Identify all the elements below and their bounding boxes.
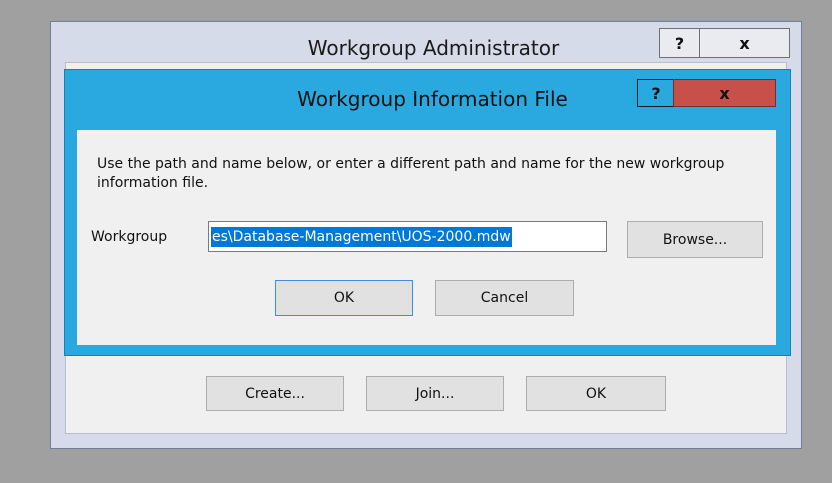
outer-close-button[interactable]: x xyxy=(699,28,790,58)
inner-close-button[interactable]: x xyxy=(673,79,776,107)
inner-help-button[interactable]: ? xyxy=(637,79,675,107)
cancel-button[interactable]: Cancel xyxy=(435,280,574,316)
workgroup-information-file-dialog: Workgroup Information File ? x Use the p… xyxy=(64,69,791,356)
join-button[interactable]: Join... xyxy=(366,376,504,411)
workgroup-path-selected-text: es\Database-Management\UOS-2000.mdw xyxy=(211,227,512,247)
instructions-text: Use the path and name below, or enter a … xyxy=(97,156,725,191)
create-button[interactable]: Create... xyxy=(206,376,344,411)
inner-dialog-body: Use the path and name below, or enter a … xyxy=(77,130,776,345)
outer-ok-button[interactable]: OK xyxy=(526,376,666,411)
workgroup-label: Workgroup xyxy=(91,229,168,245)
workgroup-path-input[interactable]: es\Database-Management\UOS-2000.mdw xyxy=(208,221,607,252)
outer-help-button[interactable]: ? xyxy=(659,28,700,58)
inner-ok-button[interactable]: OK xyxy=(275,280,413,316)
browse-button[interactable]: Browse... xyxy=(627,221,763,258)
